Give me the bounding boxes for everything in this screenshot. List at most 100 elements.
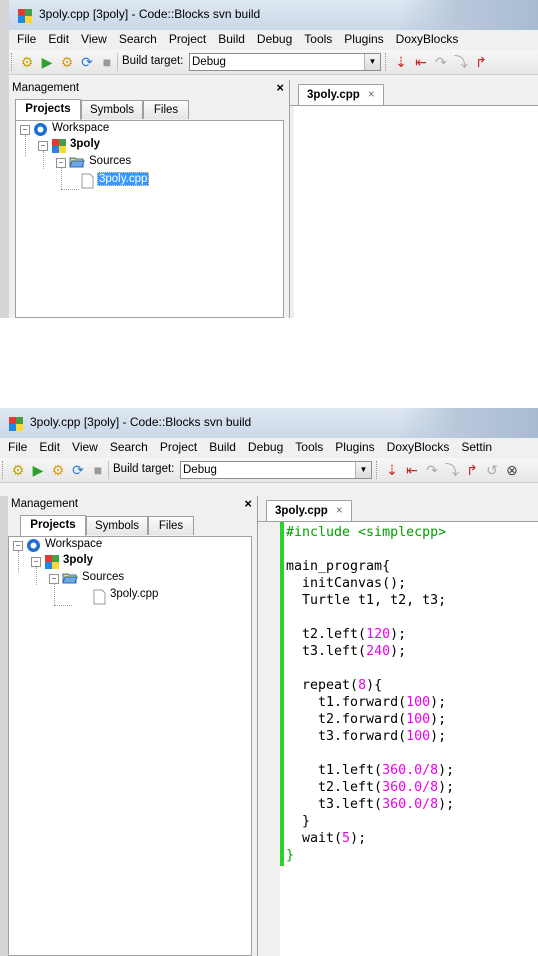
code-line[interactable]: t3.left(360.0/8); <box>286 797 454 813</box>
collapse-icon[interactable]: − <box>49 574 59 584</box>
build-gear-icon[interactable]: ⚙ <box>19 54 35 70</box>
rebuild-icon[interactable]: ⟳ <box>70 462 86 478</box>
tree-file[interactable]: 3poly.cpp <box>110 588 158 600</box>
collapse-icon[interactable]: − <box>13 541 23 551</box>
stop-icon[interactable]: ■ <box>90 462 106 478</box>
code-token: ); <box>438 780 455 795</box>
menu-build[interactable]: Build <box>203 438 242 454</box>
toolbar-grip <box>2 461 5 479</box>
code-line[interactable]: t1.left(360.0/8); <box>286 763 454 779</box>
collapse-icon[interactable]: − <box>31 557 41 567</box>
menu-tools[interactable]: Tools <box>289 438 329 454</box>
tab-projects[interactable]: Projects <box>20 515 86 536</box>
collapse-icon[interactable]: − <box>38 141 48 151</box>
code-line[interactable]: initCanvas(); <box>286 576 406 592</box>
code-token: t2.left( <box>286 627 367 642</box>
tree-folder[interactable]: Sources <box>89 155 131 167</box>
step-out-icon[interactable]: ↱ <box>464 462 480 478</box>
code-line[interactable]: t1.forward(100); <box>286 695 446 711</box>
close-icon[interactable]: × <box>244 496 252 512</box>
menu-plugins[interactable]: Plugins <box>338 30 389 46</box>
tab-files[interactable]: Files <box>143 100 189 119</box>
tree-workspace[interactable]: Workspace <box>52 122 109 134</box>
close-icon[interactable]: × <box>276 80 284 96</box>
tab-projects[interactable]: Projects <box>15 99 81 120</box>
rebuild-icon[interactable]: ⟳ <box>79 54 95 70</box>
tab-symbols[interactable]: Symbols <box>81 100 143 119</box>
toolbar-separator <box>108 461 109 479</box>
collapse-icon[interactable]: − <box>56 158 66 168</box>
menu-search[interactable]: Search <box>104 438 154 454</box>
change-bar <box>280 522 284 866</box>
code-token: 360.0/8 <box>382 780 439 795</box>
code-line[interactable]: #include <simplecpp> <box>286 525 446 541</box>
run-icon[interactable]: ▶ <box>39 54 55 70</box>
debug-icon[interactable]: ⇣ <box>384 462 400 478</box>
run-to-cursor-icon[interactable]: ⇤ <box>413 54 429 70</box>
code-line[interactable]: } <box>286 814 310 830</box>
code-line[interactable]: t2.left(120); <box>286 627 406 643</box>
tree-project[interactable]: 3poly <box>70 138 100 150</box>
build-and-run-icon[interactable]: ⚙ <box>50 462 66 478</box>
toolbar-grip <box>11 53 14 71</box>
close-icon[interactable]: × <box>336 505 343 517</box>
menu-doxyblocks[interactable]: DoxyBlocks <box>390 30 465 46</box>
menu-project[interactable]: Project <box>163 30 212 46</box>
tree-workspace[interactable]: Workspace <box>45 538 102 550</box>
menu-project[interactable]: Project <box>154 438 203 454</box>
menu-file[interactable]: File <box>9 30 42 46</box>
code-line[interactable]: t2.left(360.0/8); <box>286 780 454 796</box>
run-icon[interactable]: ▶ <box>30 462 46 478</box>
tab-symbols[interactable]: Symbols <box>86 516 148 535</box>
stop-icon[interactable]: ■ <box>99 54 115 70</box>
code-token: main_program{ <box>286 559 391 574</box>
collapse-icon[interactable]: − <box>20 125 30 135</box>
editor-area: 3poly.cpp × #include <simplecpp> main_prog… <box>257 496 538 956</box>
menu-view[interactable]: View <box>66 438 104 454</box>
next-line-icon[interactable]: ⤵ <box>453 54 469 70</box>
code-line[interactable]: wait(5); <box>286 831 366 847</box>
debug-icon[interactable]: ⇣ <box>393 54 409 70</box>
code-line[interactable]: t2.forward(100); <box>286 712 446 728</box>
build-and-run-icon[interactable]: ⚙ <box>59 54 75 70</box>
menu-view[interactable]: View <box>75 30 113 46</box>
code-editor-empty[interactable] <box>290 105 538 318</box>
code-line[interactable]: main_program{ <box>286 559 390 575</box>
menu-file[interactable]: File <box>0 438 33 454</box>
editor-tab[interactable]: 3poly.cpp × <box>266 500 352 521</box>
editor-tab[interactable]: 3poly.cpp × <box>298 84 384 105</box>
step-into-icon[interactable]: ↷ <box>433 54 449 70</box>
code-line[interactable]: t3.forward(100); <box>286 729 446 745</box>
close-icon[interactable]: × <box>368 89 375 101</box>
code-line[interactable]: Turtle t1, t2, t3; <box>286 593 446 609</box>
step-instruction-icon[interactable]: ↺ <box>484 462 500 478</box>
tree-folder[interactable]: Sources <box>82 571 124 583</box>
build-target-select[interactable]: Debug ▼ <box>180 461 372 479</box>
menu-build[interactable]: Build <box>212 30 251 46</box>
tree-file-selected[interactable]: 3poly.cpp <box>97 172 150 186</box>
menu-debug[interactable]: Debug <box>251 30 298 46</box>
build-gear-icon[interactable]: ⚙ <box>10 462 26 478</box>
abort-icon[interactable]: ⊗ <box>504 462 520 478</box>
run-to-cursor-icon[interactable]: ⇤ <box>404 462 420 478</box>
menu-debug[interactable]: Debug <box>242 438 289 454</box>
code-line[interactable]: t3.left(240); <box>286 644 406 660</box>
menu-edit[interactable]: Edit <box>42 30 75 46</box>
code-line[interactable]: } <box>286 848 294 864</box>
build-target-select[interactable]: Debug ▼ <box>189 53 381 71</box>
step-into-icon[interactable]: ↷ <box>424 462 440 478</box>
menu-settings[interactable]: Settin <box>455 438 498 454</box>
code-editor[interactable]: #include <simplecpp> main_program{ initCa… <box>258 521 538 956</box>
step-out-icon[interactable]: ↱ <box>473 54 489 70</box>
menu-plugins[interactable]: Plugins <box>329 438 380 454</box>
menu-search[interactable]: Search <box>113 30 163 46</box>
tree-project[interactable]: 3poly <box>63 554 93 566</box>
menu-doxyblocks[interactable]: DoxyBlocks <box>381 438 456 454</box>
menu-tools[interactable]: Tools <box>298 30 338 46</box>
code-token: ); <box>390 644 407 659</box>
next-line-icon[interactable]: ⤵ <box>444 462 460 478</box>
code-line[interactable]: repeat(8){ <box>286 678 382 694</box>
tab-files[interactable]: Files <box>148 516 194 535</box>
management-title: Management <box>11 498 79 510</box>
menu-edit[interactable]: Edit <box>33 438 66 454</box>
